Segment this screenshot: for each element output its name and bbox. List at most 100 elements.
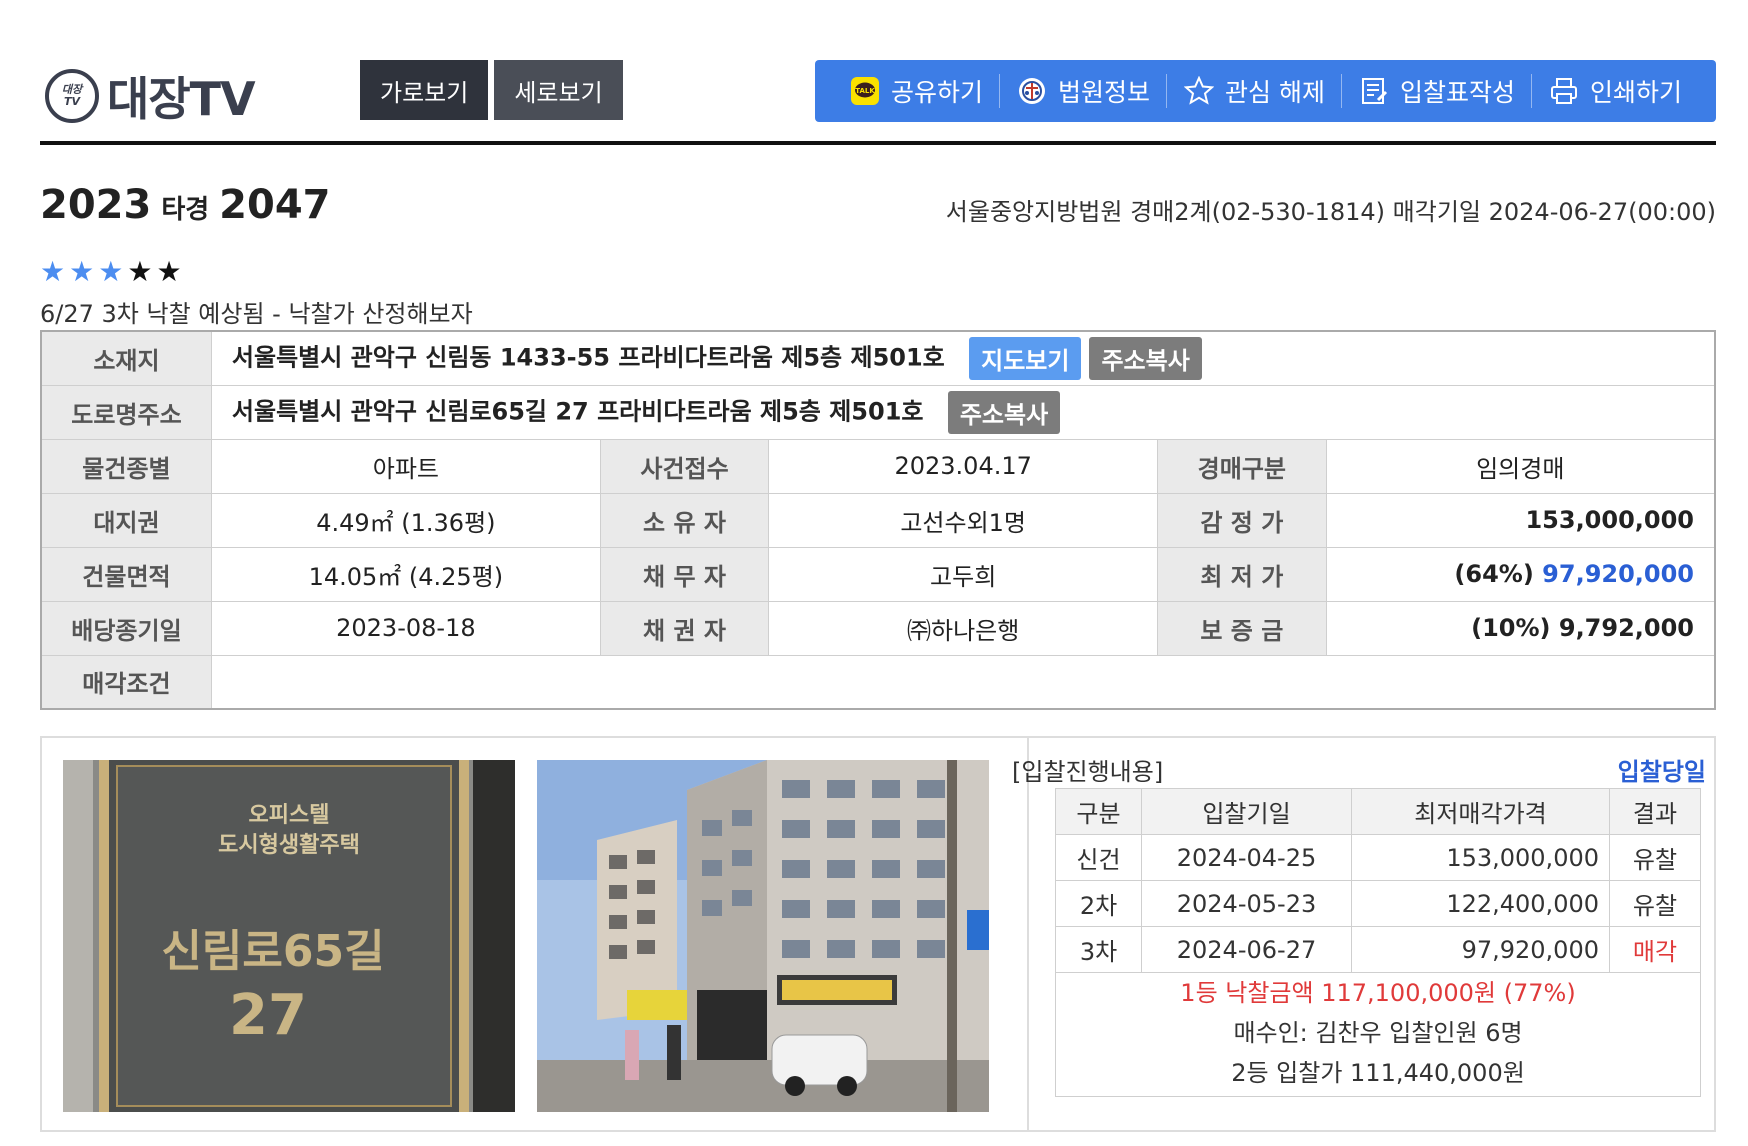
- building-street-photo[interactable]: [537, 760, 989, 1112]
- sign-line2: 도시형생활주택: [218, 833, 360, 858]
- table-row: 건물면적 14.05㎡ (4.25평) 채 무 자 고두희 최 저 가 (64%…: [40, 546, 1716, 602]
- dividend-deadline-value: 2023-08-18: [210, 600, 601, 656]
- address-sign-photo[interactable]: 오피스텔 도시형생활주택 신림로65길 27: [63, 760, 515, 1112]
- svg-text:TALK: TALK: [855, 87, 875, 95]
- road-address-cell: 서울특별시 관악구 신림로65길 27 프라비다트라움 제5층 제501호 주소…: [210, 384, 1716, 440]
- price-cell: 97,920,000: [1351, 926, 1610, 973]
- share-label: 공유하기: [890, 78, 983, 107]
- bid-history-title: [입찰진행내용]: [1012, 758, 1164, 786]
- second-bid-text: 2등 입찰가 111,440,000원: [1231, 1059, 1525, 1087]
- court-emblem-icon: [1016, 75, 1048, 107]
- logo[interactable]: 대장 TV 대장TV: [45, 63, 256, 129]
- deposit-value: (10%) 9,792,000: [1325, 600, 1716, 656]
- map-button[interactable]: 지도보기: [969, 336, 1082, 380]
- star-empty-icon: ★: [156, 255, 186, 288]
- auction-kind-label: 경매구분: [1157, 438, 1327, 494]
- memo-text: 6/27 3차 낙찰 예상됨 - 낙찰가 산정해보자: [40, 300, 473, 328]
- bid-day-link[interactable]: 입찰당일: [1618, 752, 1706, 787]
- debtor-value: 고두희: [768, 546, 1159, 602]
- property-info-table: 소재지 서울특별시 관악구 신림동 1433-55 프라비다트라움 제5층 제5…: [40, 330, 1716, 710]
- table-row: 신건 2024-04-25 153,000,000 유찰: [1055, 834, 1701, 881]
- date-cell: 2024-06-27: [1141, 926, 1352, 973]
- filed-date-label: 사건접수: [599, 438, 770, 494]
- building-area-value: 14.05㎡ (4.25평): [210, 546, 601, 602]
- bid-result-summary: 1등 낙찰금액 117,100,000원 (77%) 매수인: 김찬우 입찰인원…: [1055, 973, 1701, 1097]
- minimum-price-label: 최 저 가: [1157, 546, 1327, 602]
- owner-label: 소 유 자: [599, 492, 770, 548]
- appraisal-label: 감 정 가: [1157, 492, 1327, 548]
- road-address-label: 도로명주소: [40, 384, 212, 440]
- building-area-label: 건물면적: [40, 546, 212, 602]
- location-label: 소재지: [40, 330, 212, 386]
- round-cell: 3차: [1055, 926, 1142, 973]
- case-year: 2023: [40, 182, 152, 228]
- sale-conditions-label: 매각조건: [40, 654, 212, 710]
- date-cell: 2024-04-25: [1141, 834, 1352, 881]
- filed-date-value: 2023.04.17: [768, 438, 1159, 494]
- court-info-button[interactable]: 법원정보: [999, 74, 1166, 108]
- horizontal-view-button[interactable]: 가로보기: [360, 60, 489, 120]
- court-info-label: 법원정보: [1058, 78, 1151, 107]
- bid-form-button[interactable]: 입찰표작성: [1340, 74, 1531, 108]
- print-button[interactable]: 인쇄하기: [1530, 74, 1698, 108]
- star-filled-icon: ★: [40, 255, 70, 288]
- creditor-label: 채 권 자: [599, 600, 770, 656]
- case-type: 타경: [161, 195, 210, 225]
- price-cell: 153,000,000: [1351, 834, 1610, 881]
- minimum-price-percent: (64%): [1454, 560, 1534, 588]
- case-number: 2023 타경 2047: [40, 182, 331, 228]
- result-cell: 매각: [1609, 926, 1701, 973]
- table-header-row: 구분 입찰기일 최저매각가격 결과: [1055, 788, 1701, 835]
- kakao-talk-icon: TALK: [849, 75, 881, 107]
- share-button[interactable]: TALK 공유하기: [833, 74, 999, 108]
- case-serial: 2047: [219, 182, 331, 228]
- panel-divider: [1027, 738, 1029, 1130]
- logo-mark-bottom: TV: [63, 95, 81, 108]
- header-divider: [40, 141, 1716, 145]
- result-cell: 유찰: [1609, 834, 1701, 881]
- table-row: 매각조건: [40, 654, 1716, 710]
- star-empty-icon: ★: [127, 255, 157, 288]
- sign-line1: 오피스텔: [249, 803, 330, 828]
- land-right-value: 4.49㎡ (1.36평): [210, 492, 601, 548]
- price-cell: 122,400,000: [1351, 880, 1610, 927]
- unfavorite-button[interactable]: 관심 해제: [1166, 74, 1341, 108]
- land-right-label: 대지권: [40, 492, 212, 548]
- winning-bid-text: 1등 낙찰금액 117,100,000원 (77%): [1180, 979, 1576, 1007]
- column-header: 입찰기일: [1141, 788, 1352, 835]
- round-cell: 2차: [1055, 880, 1142, 927]
- logo-mark: 대장 TV: [45, 69, 99, 123]
- minimum-price-value: 97,920,000: [1542, 560, 1694, 588]
- sale-conditions-value: [210, 654, 1716, 710]
- creditor-value: ㈜하나은행: [768, 600, 1159, 656]
- copy-address-button[interactable]: 주소복사: [1089, 336, 1202, 380]
- deposit-label: 보 증 금: [1157, 600, 1327, 656]
- property-type-value: 아파트: [210, 438, 601, 494]
- unfavorite-label: 관심 해제: [1225, 78, 1325, 107]
- column-header: 최저매각가격: [1351, 788, 1610, 835]
- date-cell: 2024-05-23: [1141, 880, 1352, 927]
- table-row: 소재지 서울특별시 관악구 신림동 1433-55 프라비다트라움 제5층 제5…: [40, 330, 1716, 386]
- table-row: 배당종기일 2023-08-18 채 권 자 ㈜하나은행 보 증 금 (10%)…: [40, 600, 1716, 656]
- table-row: 도로명주소 서울특별시 관악구 신림로65길 27 프라비다트라움 제5층 제5…: [40, 384, 1716, 440]
- star-outline-icon: [1183, 75, 1215, 107]
- dividend-deadline-label: 배당종기일: [40, 600, 212, 656]
- owner-value: 고선수외1명: [768, 492, 1159, 548]
- table-row: 물건종별 아파트 사건접수 2023.04.17 경매구분 임의경매: [40, 438, 1716, 494]
- court-info: 서울중앙지방법원 경매2계(02-530-1814) 매각기일 2024-06-…: [945, 198, 1716, 226]
- debtor-label: 채 무 자: [599, 546, 770, 602]
- vertical-view-button[interactable]: 세로보기: [494, 60, 623, 120]
- star-filled-icon: ★: [69, 255, 99, 288]
- auction-kind-value: 임의경매: [1325, 438, 1716, 494]
- bid-history-table: 구분 입찰기일 최저매각가격 결과 신건 2024-04-25 153,000,…: [1055, 788, 1701, 973]
- print-label: 인쇄하기: [1589, 78, 1682, 107]
- star-filled-icon: ★: [98, 255, 128, 288]
- action-toolbar: TALK 공유하기 법원정보 관심 해제 입찰표작성 인쇄하기: [814, 60, 1716, 122]
- appraisal-value: 153,000,000: [1325, 492, 1716, 548]
- star-rating[interactable]: ★★★★★: [40, 255, 186, 288]
- copy-road-address-button[interactable]: 주소복사: [947, 390, 1061, 434]
- sign-street: 신림로65길: [161, 926, 384, 977]
- printer-icon: [1548, 75, 1580, 107]
- location-cell: 서울특별시 관악구 신림동 1433-55 프라비다트라움 제5층 제501호 …: [210, 330, 1716, 386]
- result-cell: 유찰: [1609, 880, 1701, 927]
